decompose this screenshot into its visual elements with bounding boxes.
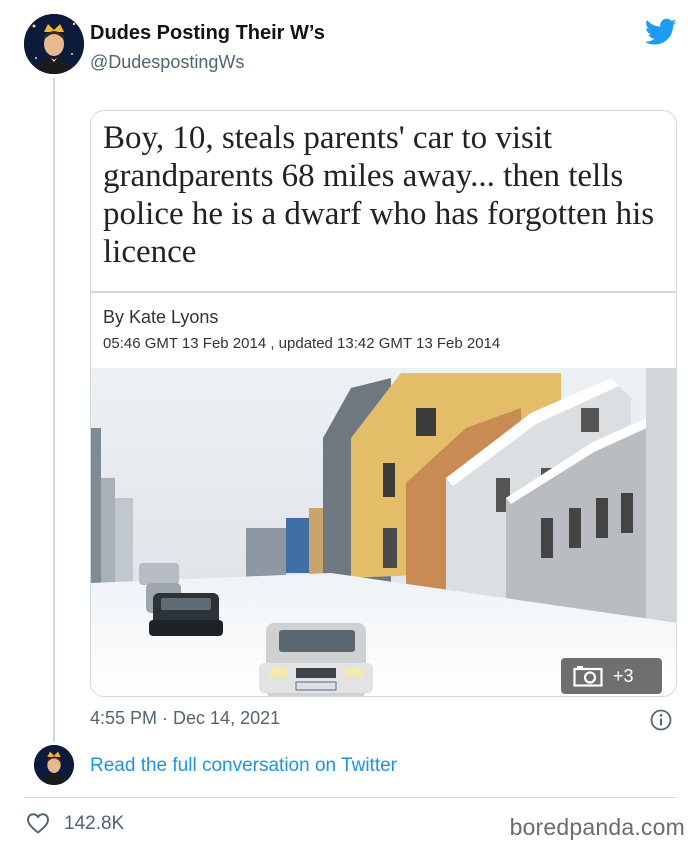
thread-line: [53, 78, 55, 742]
author-handle[interactable]: @DudespostingWs: [90, 52, 244, 73]
media-count-badge[interactable]: +3: [561, 658, 662, 694]
twitter-bird-icon[interactable]: [645, 18, 677, 46]
camera-icon: [573, 666, 603, 687]
article-headline: Boy, 10, steals parents' car to visit gr…: [103, 120, 655, 270]
conversation-avatar[interactable]: [34, 745, 74, 785]
snowy-street-photo[interactable]: [91, 368, 677, 697]
author-display-name[interactable]: Dudes Posting Their W’s: [90, 22, 325, 45]
media-count-label: +3: [613, 665, 634, 686]
author-avatar[interactable]: [24, 14, 84, 74]
footer-divider: [24, 797, 677, 798]
read-full-conversation-link[interactable]: Read the full conversation on Twitter: [90, 755, 397, 777]
tweet-media-card[interactable]: Boy, 10, steals parents' car to visit gr…: [90, 110, 677, 697]
boredpanda-watermark: boredpanda.com: [509, 814, 685, 840]
heart-icon[interactable]: [26, 812, 50, 834]
article-headline-box: Boy, 10, steals parents' car to visit gr…: [91, 111, 676, 293]
info-icon[interactable]: [650, 709, 672, 731]
article-dateline: 05:46 GMT 13 Feb 2014 , updated 13:42 GM…: [103, 335, 501, 352]
article-byline: By Kate Lyons: [103, 307, 219, 327]
like-count: 142.8K: [64, 813, 125, 834]
tweet-timestamp[interactable]: 4:55 PM · Dec 14, 2021: [90, 708, 280, 729]
